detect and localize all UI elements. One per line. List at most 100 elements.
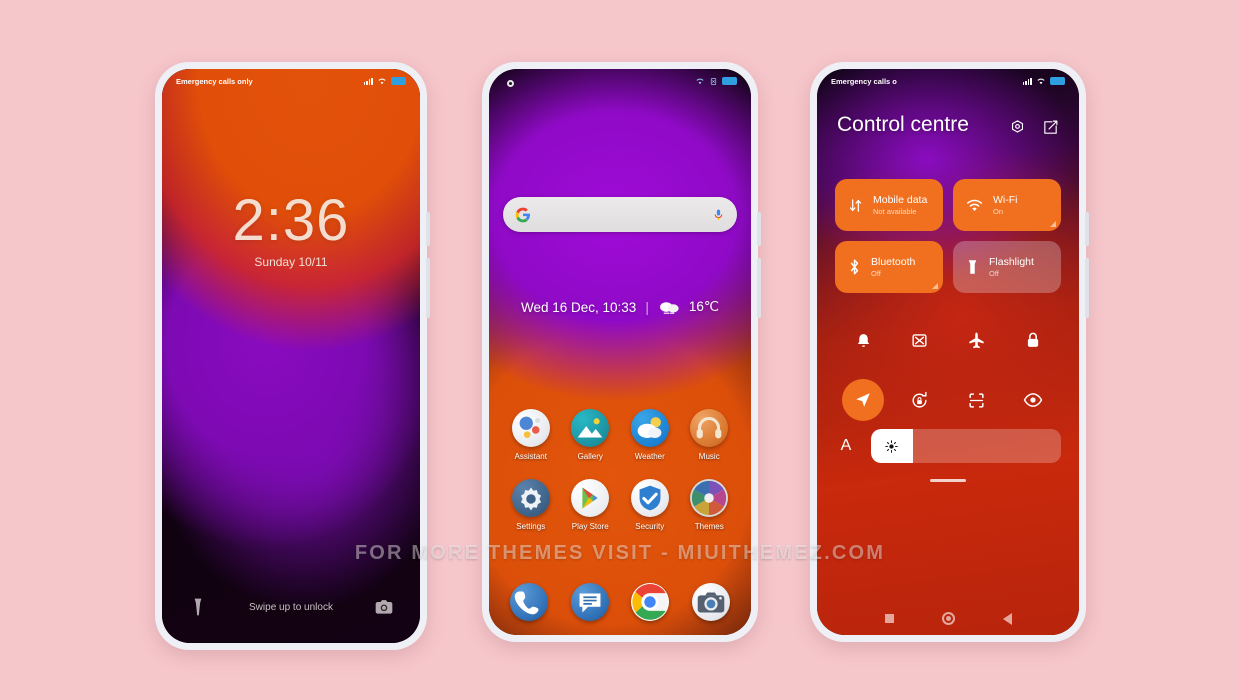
home-circle-icon[interactable]	[941, 612, 955, 625]
app-gallery[interactable]: Gallery	[561, 409, 621, 461]
tile-subtitle: Not available	[873, 207, 917, 216]
page-title: Control centre	[837, 113, 969, 136]
music-icon	[690, 409, 729, 447]
tile-subtitle: Off	[871, 269, 881, 278]
themes-icon	[690, 479, 729, 517]
home-screen-display: Wed 16 Dec, 10:33 | 16℃ Assistant Galler…	[489, 69, 751, 635]
google-search-bar[interactable]	[503, 197, 737, 232]
lock-clock: 2:36	[232, 188, 350, 253]
settings-gear-icon[interactable]	[1009, 119, 1026, 136]
phone-icon[interactable]	[510, 583, 549, 621]
phone-home-screen: Wed 16 Dec, 10:33 | 16℃ Assistant Galler…	[482, 62, 761, 642]
app-label: Security	[635, 522, 665, 531]
navigation-bar	[817, 612, 1079, 625]
brightness-slider[interactable]	[871, 429, 1061, 463]
camera-icon[interactable]	[374, 597, 394, 617]
toggle-lock[interactable]	[1005, 317, 1062, 363]
app-music[interactable]: Music	[680, 409, 740, 461]
assistant-icon	[511, 409, 550, 447]
app-label: Weather	[634, 452, 665, 461]
flashlight-icon	[968, 260, 977, 274]
app-security[interactable]: Security	[620, 479, 680, 531]
vibrate-icon	[710, 77, 717, 85]
app-grid: Assistant Gallery Weather Music Settings…	[501, 409, 739, 531]
app-assistant[interactable]: Assistant	[501, 409, 561, 461]
battery-icon	[1050, 77, 1065, 85]
app-play-store[interactable]: Play Store	[561, 479, 621, 531]
tile-expand-corner[interactable]	[1050, 221, 1056, 227]
signal-icon	[363, 77, 373, 85]
security-icon	[630, 479, 669, 517]
tile-title: Bluetooth	[871, 256, 916, 268]
carrier-label: Emergency calls only	[176, 76, 253, 86]
back-triangle-icon[interactable]	[1002, 612, 1012, 625]
app-themes[interactable]: Themes	[680, 479, 740, 531]
control-centre-display: Emergency calls o Control centre Mobile …	[817, 69, 1079, 635]
lock-wallpaper	[162, 69, 420, 643]
tile-flashlight[interactable]: Flashlight Off	[953, 241, 1061, 293]
flashlight-icon[interactable]	[188, 597, 208, 617]
front-camera-punch-hole	[507, 80, 514, 87]
home-wallpaper	[489, 69, 751, 635]
lock-screen-display: Emergency calls only 2:36 Sunday 10/11 S…	[162, 69, 420, 643]
toggle-screenshot[interactable]	[892, 317, 949, 363]
phone-lock-screen: Emergency calls only 2:36 Sunday 10/11 S…	[155, 62, 430, 650]
camera-icon[interactable]	[691, 583, 730, 621]
app-weather[interactable]: Weather	[620, 409, 680, 461]
google-g-icon	[515, 207, 530, 222]
rotation-lock-icon	[912, 391, 927, 408]
volume-button[interactable]	[1085, 258, 1089, 318]
settings-icon	[511, 479, 550, 517]
weather-icon	[630, 409, 669, 447]
toggle-reading-mode[interactable]	[1005, 377, 1062, 423]
app-label: Play Store	[571, 522, 609, 531]
weather-separator: |	[645, 299, 649, 315]
edit-icon[interactable]	[1042, 119, 1059, 136]
tile-subtitle: On	[993, 207, 1004, 216]
tile-mobile-data[interactable]: Mobile data Not available	[835, 179, 943, 231]
drag-handle[interactable]	[930, 479, 966, 482]
weather-widget[interactable]: Wed 16 Dec, 10:33 | 16℃	[489, 299, 751, 315]
app-label: Assistant	[514, 452, 547, 461]
tile-title: Mobile data	[873, 194, 928, 206]
cloud-icon	[659, 302, 679, 314]
power-button[interactable]	[426, 212, 430, 246]
volume-button[interactable]	[426, 258, 430, 318]
power-button[interactable]	[757, 212, 761, 246]
brightness-slider-fill	[871, 429, 913, 463]
toggle-location[interactable]	[835, 377, 892, 423]
tile-subtitle: Off	[989, 269, 999, 278]
messages-icon[interactable]	[570, 583, 609, 621]
lock-bottom-bar: Swipe up to unlock	[162, 597, 420, 617]
auto-brightness-label[interactable]: A	[835, 437, 857, 455]
wifi-icon	[378, 78, 386, 85]
chrome-icon[interactable]	[631, 583, 670, 621]
app-label: Settings	[516, 522, 546, 531]
unlock-hint: Swipe up to unlock	[249, 601, 333, 613]
mobile-data-icon	[849, 198, 862, 212]
volume-button[interactable]	[757, 258, 761, 318]
wifi-icon	[696, 78, 704, 85]
eye-icon	[1023, 393, 1043, 407]
quick-toggle-icons	[835, 317, 1061, 423]
toggle-rotation-lock[interactable]	[892, 377, 949, 423]
toggle-scanner[interactable]	[948, 377, 1005, 423]
app-settings[interactable]: Settings	[501, 479, 561, 531]
brightness-row: A	[835, 429, 1061, 463]
airplane-icon	[969, 332, 984, 348]
bell-icon	[857, 333, 869, 347]
power-button[interactable]	[1085, 212, 1089, 246]
dock	[499, 583, 741, 621]
toggle-airplane-mode[interactable]	[948, 317, 1005, 363]
screenshot-icon	[912, 333, 927, 347]
microphone-icon[interactable]	[712, 207, 725, 223]
bluetooth-icon	[850, 259, 859, 275]
tile-bluetooth[interactable]: Bluetooth Off	[835, 241, 943, 293]
tile-expand-corner[interactable]	[932, 283, 938, 289]
toggle-silent[interactable]	[835, 317, 892, 363]
tile-wifi[interactable]: Wi-Fi On	[953, 179, 1061, 231]
recents-square-icon[interactable]	[884, 614, 894, 623]
brightness-sun-icon	[885, 439, 899, 453]
status-bar: Emergency calls only	[162, 69, 420, 93]
location-active-circle	[842, 379, 885, 421]
